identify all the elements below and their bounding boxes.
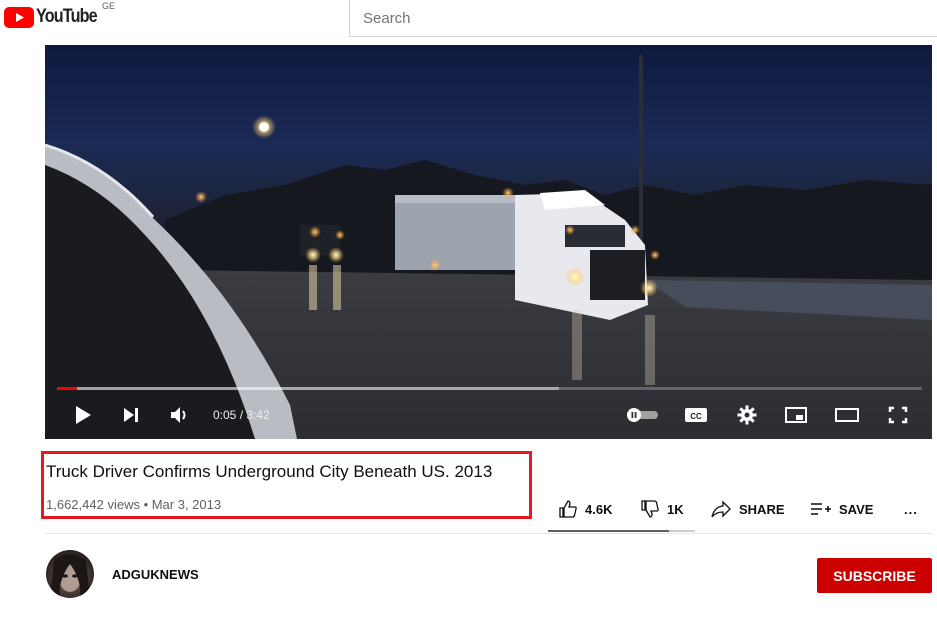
theater-mode-icon	[835, 408, 859, 422]
logo-wordmark: YouTube	[36, 6, 98, 27]
like-count: 4.6K	[585, 501, 613, 517]
thumbs-up-icon	[559, 500, 577, 518]
theater-mode-button[interactable]	[833, 403, 861, 427]
share-icon	[711, 500, 731, 518]
search-bar[interactable]	[349, 0, 937, 37]
autoplay-toggle-icon	[627, 408, 658, 422]
video-player[interactable]: 0:05 / 3:42 CC	[45, 45, 932, 439]
miniplayer-icon	[785, 407, 807, 423]
sentiment-bar-like-portion	[548, 530, 669, 532]
dislike-button[interactable]: 1K	[640, 496, 684, 522]
playlist-add-icon	[811, 503, 831, 515]
time-display: 0:05 / 3:42	[213, 408, 270, 422]
more-actions-button[interactable]: ...	[904, 496, 918, 522]
channel-avatar[interactable]	[46, 550, 94, 598]
miniplayer-button[interactable]	[783, 403, 809, 427]
region-code: GE	[102, 1, 116, 11]
search-input[interactable]	[350, 0, 937, 36]
fullscreen-button[interactable]	[885, 403, 911, 427]
like-button[interactable]: 4.6K	[558, 496, 612, 522]
thumbs-down-icon	[641, 500, 659, 518]
video-title: Truck Driver Confirms Underground City B…	[46, 462, 493, 481]
save-label: SAVE	[839, 501, 874, 517]
youtube-logo[interactable]: YouTube	[4, 6, 107, 28]
svg-text:CC: CC	[690, 412, 702, 421]
avatar-image	[50, 554, 90, 598]
section-divider	[45, 533, 932, 534]
youtube-play-icon	[4, 6, 34, 28]
progress-played	[57, 387, 77, 390]
progress-buffered	[57, 387, 559, 390]
save-button[interactable]: SAVE	[810, 496, 873, 522]
mute-button[interactable]	[169, 403, 193, 427]
player-controls: 0:05 / 3:42 CC	[45, 395, 932, 435]
play-button[interactable]	[71, 403, 95, 427]
skip-next-icon	[124, 408, 138, 422]
captions-button[interactable]: CC	[683, 403, 709, 427]
autoplay-toggle[interactable]	[625, 403, 661, 427]
captions-icon: CC	[685, 408, 707, 422]
dislike-count: 1K	[667, 501, 684, 517]
channel-name[interactable]: ADGUKNEWS	[112, 567, 199, 582]
more-actions-icon: ...	[904, 501, 918, 517]
share-label: SHARE	[739, 501, 785, 517]
share-button[interactable]: SHARE	[710, 496, 785, 522]
fullscreen-icon	[888, 406, 908, 424]
video-frame	[45, 55, 932, 439]
sentiment-bar	[548, 530, 695, 532]
video-meta: 1,662,442 views • Mar 3, 2013	[46, 497, 222, 512]
gear-icon	[737, 405, 757, 425]
settings-button[interactable]	[735, 403, 759, 427]
next-button[interactable]	[119, 403, 143, 427]
subscribe-button[interactable]: SUBSCRIBE	[817, 558, 932, 593]
volume-icon	[171, 407, 186, 423]
progress-bar[interactable]	[57, 387, 922, 390]
play-icon	[76, 406, 91, 424]
